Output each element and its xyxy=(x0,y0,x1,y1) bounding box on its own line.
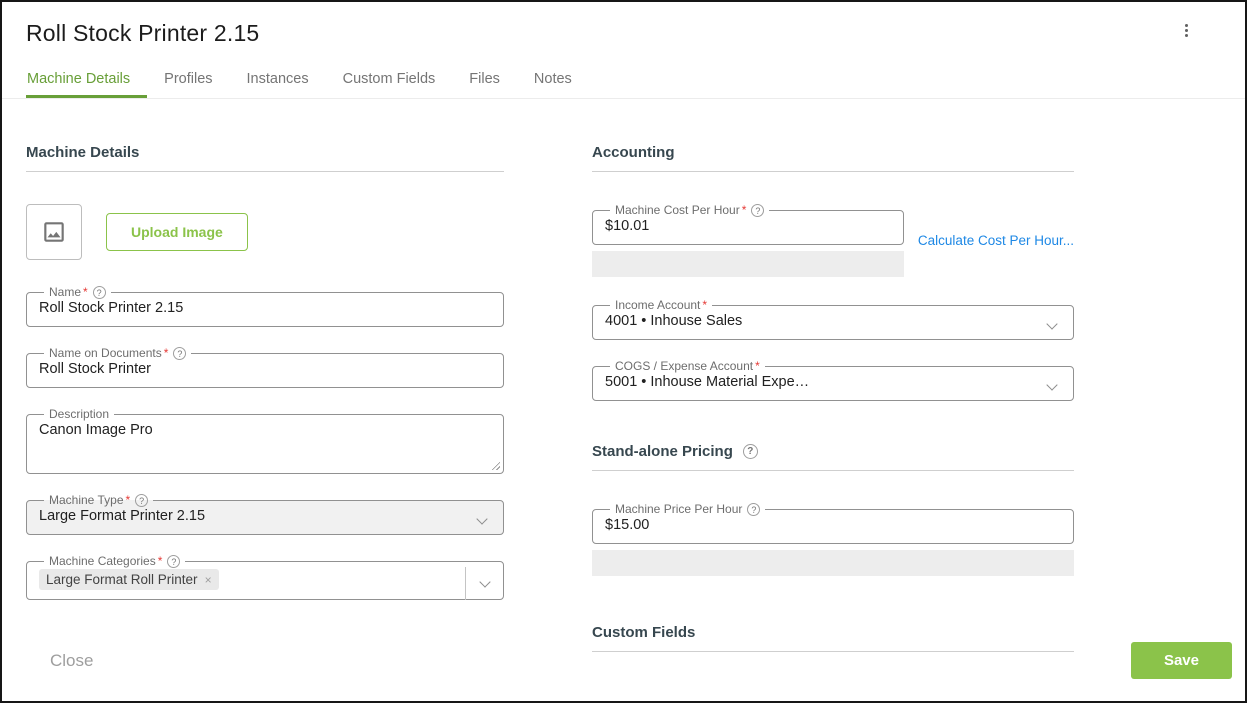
machine-cost-label: Machine Cost Per Hour xyxy=(615,203,740,217)
header: Roll Stock Printer 2.15 xyxy=(2,2,1245,47)
machine-price-value: $15.00 xyxy=(605,517,650,533)
image-icon xyxy=(44,222,64,242)
description-label: Description xyxy=(49,407,110,421)
description-value: Canon Image Pro xyxy=(39,422,153,438)
required-asterisk xyxy=(156,554,163,568)
chevron-down-icon xyxy=(1046,378,1058,391)
required-asterisk xyxy=(753,359,760,373)
cogs-expense-account-select[interactable]: COGS / Expense Account 5001 • Inhouse Ma… xyxy=(592,359,1074,401)
machine-price-per-hour-field[interactable]: Machine Price Per Hour $15.00 xyxy=(592,503,1074,544)
machine-cost-block: Machine Cost Per Hour $10.01 xyxy=(592,203,904,277)
cost-helper-bar xyxy=(592,251,904,277)
income-account-select[interactable]: Income Account 4001 • Inhouse Sales xyxy=(592,298,1074,340)
chip-remove-icon[interactable] xyxy=(205,574,212,586)
accounting-section-title: Accounting xyxy=(592,144,1074,172)
content: Machine Details Upload Image Name Roll S… xyxy=(2,99,1245,684)
tab-custom-fields[interactable]: Custom Fields xyxy=(326,61,453,98)
name-field-label: Name xyxy=(49,285,82,299)
tab-notes[interactable]: Notes xyxy=(517,61,589,98)
machine-cost-value: $10.01 xyxy=(605,218,650,234)
tab-files[interactable]: Files xyxy=(452,61,517,98)
categories-dropdown-toggle[interactable] xyxy=(465,567,504,600)
tab-instances[interactable]: Instances xyxy=(230,61,326,98)
help-icon[interactable] xyxy=(742,444,758,459)
name-on-documents-value: Roll Stock Printer xyxy=(39,361,152,377)
category-chip-label: Large Format Roll Printer xyxy=(46,572,198,587)
chevron-down-icon xyxy=(1046,317,1058,330)
standalone-pricing-title-text: Stand-alone Pricing xyxy=(592,443,733,460)
name-field[interactable]: Name Roll Stock Printer 2.15 xyxy=(26,285,504,327)
help-icon[interactable] xyxy=(92,286,106,299)
upload-row: Upload Image xyxy=(26,204,504,260)
machine-categories-values: Large Format Roll Printer xyxy=(39,568,451,590)
required-asterisk xyxy=(124,493,131,507)
machine-details-column: Machine Details Upload Image Name Roll S… xyxy=(26,144,504,684)
resize-handle[interactable] xyxy=(490,460,500,470)
machine-editor-window: Roll Stock Printer 2.15 Machine Details … xyxy=(0,0,1247,703)
help-icon[interactable] xyxy=(167,555,181,568)
machine-categories-select[interactable]: Machine Categories Large Format Roll Pri… xyxy=(26,554,504,600)
machine-type-select[interactable]: Machine Type Large Format Printer 2.15 xyxy=(26,493,504,535)
help-icon[interactable] xyxy=(173,347,187,360)
calculate-cost-link[interactable]: Calculate Cost Per Hour... xyxy=(918,233,1074,248)
machine-type-value: Large Format Printer 2.15 xyxy=(39,508,206,524)
machine-price-label: Machine Price Per Hour xyxy=(615,502,743,516)
required-asterisk xyxy=(740,203,747,217)
income-account-label: Income Account xyxy=(615,298,701,312)
name-on-documents-label: Name on Documents xyxy=(49,346,162,360)
income-account-value: 4001 • Inhouse Sales xyxy=(605,313,743,329)
machine-cost-row: Machine Cost Per Hour $10.01 Calculate C… xyxy=(592,203,1074,277)
help-icon[interactable] xyxy=(747,503,761,516)
machine-image-placeholder xyxy=(26,204,82,260)
machine-price-block: Machine Price Per Hour $15.00 xyxy=(592,503,1074,576)
tab-bar: Machine Details Profiles Instances Custo… xyxy=(2,61,1245,99)
cogs-expense-account-value: 5001 • Inhouse Material Expe… xyxy=(605,374,810,390)
name-on-documents-field[interactable]: Name on Documents Roll Stock Printer xyxy=(26,346,504,388)
name-field-value: Roll Stock Printer 2.15 xyxy=(39,300,184,316)
category-chip: Large Format Roll Printer xyxy=(39,569,219,590)
machine-type-label: Machine Type xyxy=(49,493,124,507)
machine-cost-per-hour-field[interactable]: Machine Cost Per Hour $10.01 xyxy=(592,203,904,245)
required-asterisk xyxy=(162,346,169,360)
machine-categories-label: Machine Categories xyxy=(49,554,156,568)
upload-image-button[interactable]: Upload Image xyxy=(106,213,248,251)
footer: Close Save xyxy=(26,642,1232,679)
price-helper-bar xyxy=(592,550,1074,576)
save-button[interactable]: Save xyxy=(1130,642,1232,679)
required-asterisk xyxy=(81,285,88,299)
accounting-column: Accounting Machine Cost Per Hour $10.01 … xyxy=(592,144,1074,684)
close-button[interactable]: Close xyxy=(50,643,93,679)
help-icon[interactable] xyxy=(135,494,149,507)
cogs-expense-account-label: COGS / Expense Account xyxy=(615,359,754,373)
standalone-pricing-section-title: Stand-alone Pricing xyxy=(592,443,1074,471)
required-asterisk xyxy=(700,298,707,312)
description-field[interactable]: Description Canon Image Pro xyxy=(26,408,504,474)
page-title: Roll Stock Printer 2.15 xyxy=(26,20,260,46)
chevron-down-icon xyxy=(476,512,488,525)
kebab-menu-icon xyxy=(1185,24,1188,27)
help-icon[interactable] xyxy=(751,204,765,217)
tab-profiles[interactable]: Profiles xyxy=(147,61,229,98)
tab-machine-details[interactable]: Machine Details xyxy=(26,61,148,98)
kebab-menu-button[interactable] xyxy=(1179,24,1195,44)
machine-details-section-title: Machine Details xyxy=(26,144,504,172)
chevron-down-icon xyxy=(479,575,491,588)
